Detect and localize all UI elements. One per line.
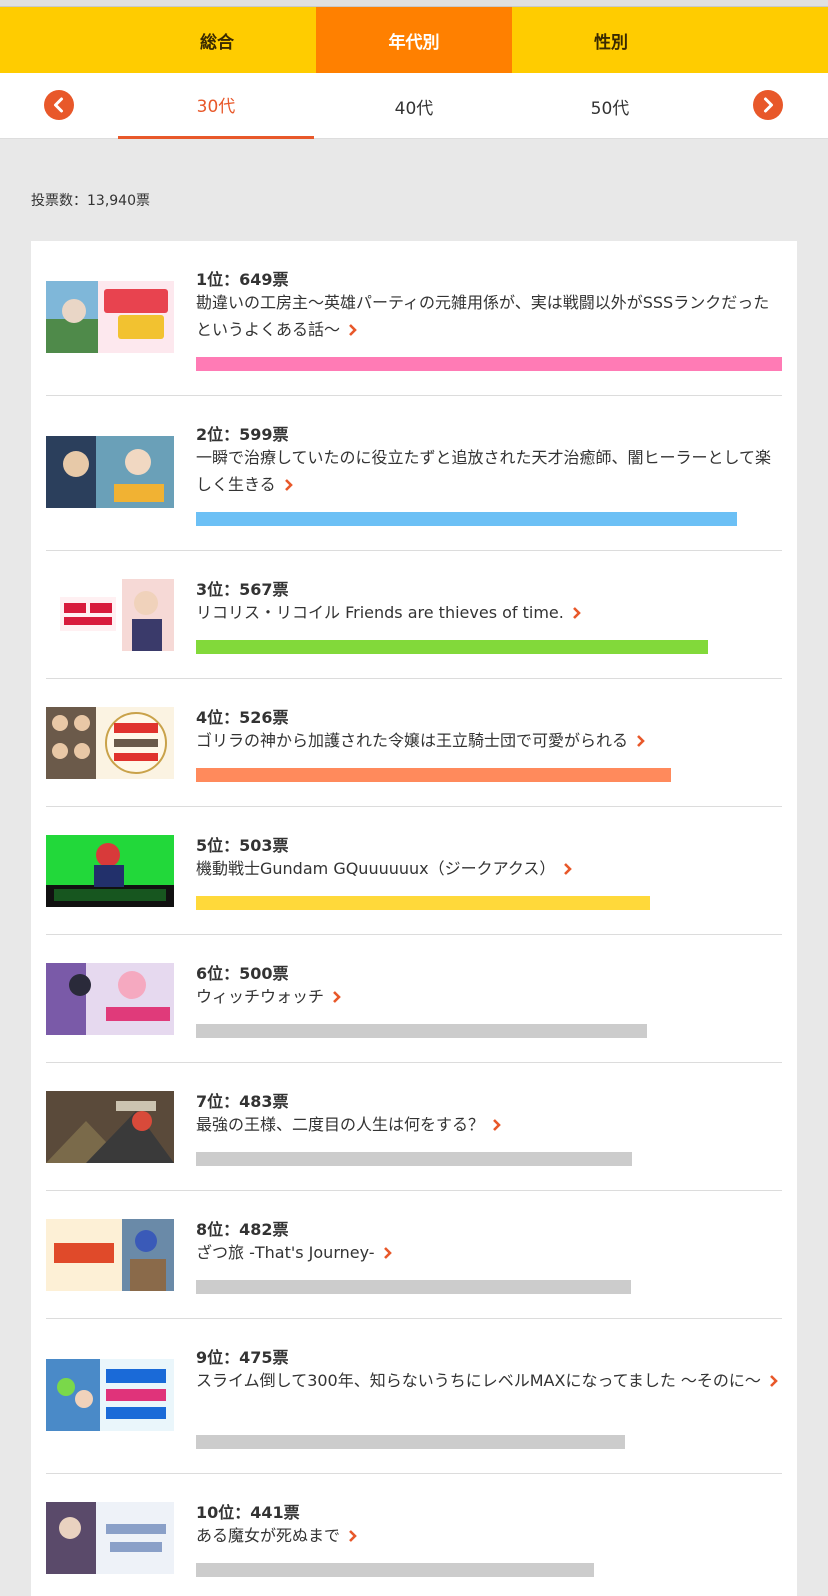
anime-title: 機動戦士Gundam GQuuuuuux（ジークアクス） — [196, 859, 556, 878]
anime-title-link[interactable]: ゴリラの神から加護された令嬢は王立騎士団で可愛がられる — [196, 727, 782, 754]
anime-title: ざつ旅 -That's Journey- — [196, 1243, 375, 1262]
vote-bar — [196, 1280, 631, 1294]
anime-title-link[interactable]: スライム倒して300年、知らないうちにレベルMAXになってました 〜そのに〜 — [196, 1367, 782, 1394]
vote-bar — [196, 1152, 632, 1166]
anime-thumbnail — [46, 1502, 174, 1574]
ranking-item[interactable]: 7位：483票 最強の王様、二度目の人生は何をする？ — [46, 1063, 782, 1191]
anime-thumbnail — [46, 707, 174, 779]
ranking-tabs: 総合 年代別 性別 — [0, 7, 828, 73]
rank-votes: 1位：649票 — [196, 270, 289, 289]
prev-age-button[interactable] — [44, 90, 74, 120]
anime-title: ゴリラの神から加護された令嬢は王立騎士団で可愛がられる — [196, 731, 629, 750]
chevron-right-icon — [349, 1530, 357, 1542]
ranking-item[interactable]: 9位：475票 スライム倒して300年、知らないうちにレベルMAXになってました… — [46, 1319, 782, 1474]
anime-thumbnail — [46, 963, 174, 1035]
ranking-item[interactable]: 1位：649票 勘違いの工房主〜英雄パーティの元雑用係が、実は戦闘以外がSSSラ… — [46, 241, 782, 396]
rank-votes: 6位：500票 — [196, 964, 289, 983]
rank-votes: 4位：526票 — [196, 708, 289, 727]
anime-title-link[interactable]: ある魔女が死ぬまで — [196, 1522, 782, 1549]
vote-bar — [196, 768, 671, 782]
chevron-right-icon — [564, 863, 573, 875]
chevron-right-icon — [764, 97, 773, 113]
vote-bar — [196, 357, 782, 371]
browser-top-edge — [0, 0, 828, 7]
age-selector: 30代 40代 50代 — [0, 73, 828, 139]
anime-thumbnail — [46, 436, 174, 508]
anime-title-link[interactable]: ウィッチウォッチ — [196, 983, 782, 1010]
chevron-right-icon — [349, 324, 357, 336]
rank-votes: 7位：483票 — [196, 1092, 289, 1111]
ranking-item[interactable]: 10位：441票 ある魔女が死ぬまで — [46, 1474, 782, 1596]
anime-title-link[interactable]: 勘違いの工房主〜英雄パーティの元雑用係が、実は戦闘以外がSSSランクだったという… — [196, 289, 782, 343]
anime-title-link[interactable]: 最強の王様、二度目の人生は何をする？ — [196, 1111, 782, 1138]
anime-title-link[interactable]: 機動戦士Gundam GQuuuuuux（ジークアクス） — [196, 855, 782, 882]
rank-votes: 8位：482票 — [196, 1220, 289, 1239]
chevron-right-icon — [572, 607, 581, 619]
anime-title: スライム倒して300年、知らないうちにレベルMAXになってました 〜そのに〜 — [196, 1371, 761, 1390]
anime-title-link[interactable]: ざつ旅 -That's Journey- — [196, 1239, 782, 1266]
chevron-right-icon — [770, 1375, 778, 1387]
vote-bar — [196, 512, 737, 526]
age-tab-40s[interactable]: 40代 — [316, 73, 512, 139]
tab-overall[interactable]: 総合 — [0, 7, 316, 73]
chevron-right-icon — [383, 1247, 392, 1259]
chevron-right-icon — [284, 479, 293, 491]
ranking-item[interactable]: 4位：526票 ゴリラの神から加護された令嬢は王立騎士団で可愛がられる — [46, 679, 782, 807]
anime-title: リコリス・リコイル Friends are thieves of time. — [196, 603, 564, 622]
rank-votes: 3位：567票 — [196, 580, 289, 599]
vote-bar — [196, 896, 650, 910]
ranking-item[interactable]: 6位：500票 ウィッチウォッチ — [46, 935, 782, 1063]
next-age-button[interactable] — [753, 90, 783, 120]
chevron-right-icon — [333, 991, 341, 1003]
ranking-item[interactable]: 8位：482票 ざつ旅 -That's Journey- — [46, 1191, 782, 1319]
anime-thumbnail — [46, 579, 174, 651]
ranking-item[interactable]: 3位：567票 リコリス・リコイル Friends are thieves of… — [46, 551, 782, 679]
tab-by-gender[interactable]: 性別 — [512, 7, 710, 73]
anime-title-link[interactable]: リコリス・リコイル Friends are thieves of time. — [196, 599, 782, 626]
anime-title: 勘違いの工房主〜英雄パーティの元雑用係が、実は戦闘以外がSSSランクだったという… — [196, 293, 770, 339]
vote-bar — [196, 1024, 647, 1038]
anime-title-link[interactable]: 一瞬で治療していたのに役立たずと追放された天才治癒師、闇ヒーラーとして楽しく生き… — [196, 444, 782, 498]
anime-thumbnail — [46, 1359, 174, 1431]
ranking-list: 1位：649票 勘違いの工房主〜英雄パーティの元雑用係が、実は戦闘以外がSSSラ… — [31, 241, 797, 1596]
vote-bar — [196, 640, 708, 654]
anime-thumbnail — [46, 281, 174, 353]
anime-thumbnail — [46, 1219, 174, 1291]
chevron-right-icon — [493, 1119, 501, 1131]
ranking-item[interactable]: 2位：599票 一瞬で治療していたのに役立たずと追放された天才治癒師、闇ヒーラー… — [46, 396, 782, 551]
tab-by-age[interactable]: 年代別 — [316, 7, 512, 73]
rank-votes: 10位：441票 — [196, 1503, 300, 1522]
rank-votes: 9位：475票 — [196, 1348, 289, 1367]
vote-bar — [196, 1435, 625, 1449]
rank-votes: 5位：503票 — [196, 836, 289, 855]
vote-bar — [196, 1563, 594, 1577]
anime-thumbnail — [46, 835, 174, 907]
anime-thumbnail — [46, 1091, 174, 1163]
age-tab-50s[interactable]: 50代 — [512, 73, 708, 139]
anime-title: ある魔女が死ぬまで — [196, 1526, 341, 1545]
ranking-item[interactable]: 5位：503票 機動戦士Gundam GQuuuuuux（ジークアクス） — [46, 807, 782, 935]
rank-votes: 2位：599票 — [196, 425, 289, 444]
anime-title: 一瞬で治療していたのに役立たずと追放された天才治癒師、闇ヒーラーとして楽しく生き… — [196, 448, 772, 494]
anime-title: ウィッチウォッチ — [196, 987, 325, 1006]
age-tab-30s[interactable]: 30代 — [118, 73, 314, 139]
anime-title: 最強の王様、二度目の人生は何をする？ — [196, 1115, 485, 1134]
chevron-left-icon — [54, 97, 63, 113]
vote-count: 投票数：13,940票 — [31, 193, 150, 209]
chevron-right-icon — [637, 735, 645, 747]
